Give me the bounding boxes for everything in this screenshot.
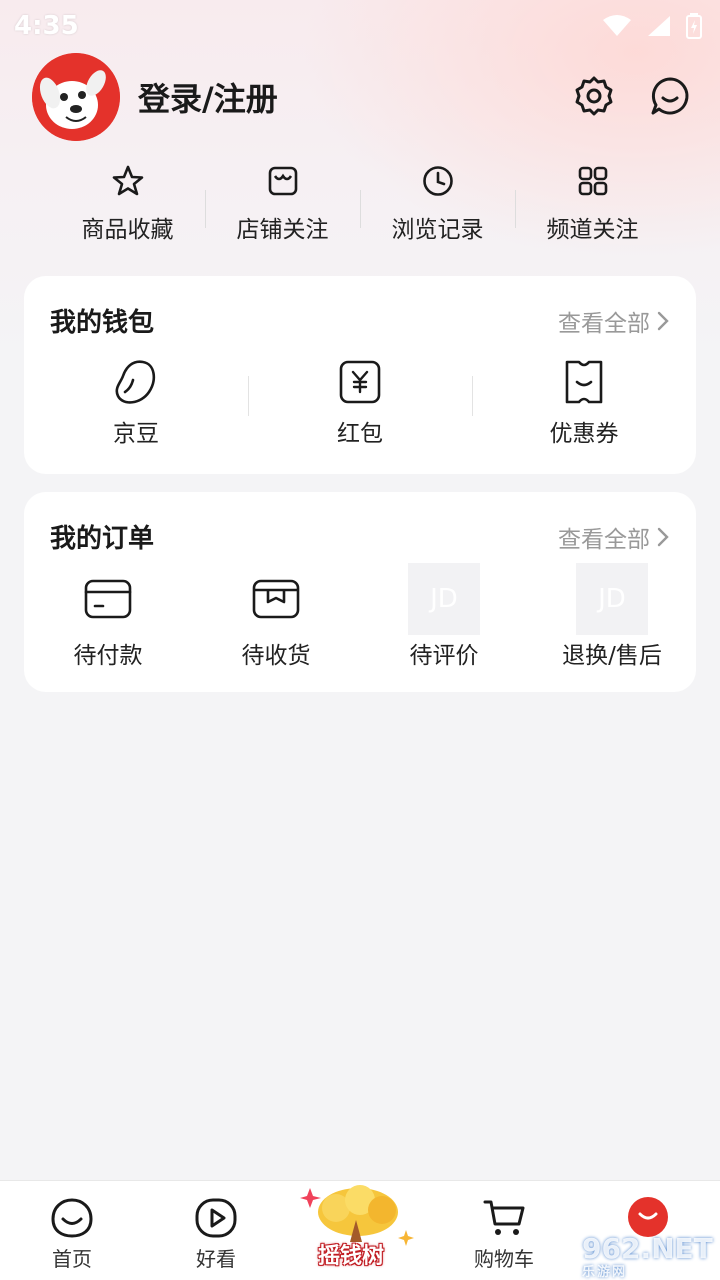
wallet-items: 京豆 红包 优惠券 <box>24 358 696 454</box>
box-icon <box>252 579 300 619</box>
wallet-view-all-link[interactable]: 查看全部 <box>558 304 670 338</box>
wallet-item-label: 京豆 <box>113 421 159 447</box>
money-tree-label: 摇钱树 <box>318 1244 385 1269</box>
wallet-item-label: 红包 <box>337 421 383 447</box>
order-item-label: 待评价 <box>409 643 479 669</box>
order-item-label: 退换/售后 <box>562 643 662 669</box>
signal-icon <box>648 16 670 36</box>
avatar[interactable] <box>32 53 120 141</box>
clock-icon <box>422 166 453 196</box>
orders-view-all-link[interactable]: 查看全部 <box>558 520 670 554</box>
shortcut-channels[interactable]: 频道关注 <box>515 164 670 254</box>
profile-header: 登录/注册 <box>32 52 692 142</box>
wallet-item-coupons[interactable]: 优惠券 <box>472 358 696 454</box>
nav-label: 首页 <box>52 1247 92 1271</box>
header-actions <box>572 74 692 118</box>
battery-icon <box>686 13 702 39</box>
messages-button[interactable] <box>648 74 692 118</box>
order-items: 待付款 待收货 JD 待评价 JD 退换/售后 <box>24 563 696 674</box>
view-all-label: 查看全部 <box>558 527 650 553</box>
shortcut-label: 店铺关注 <box>236 217 329 243</box>
order-item-label: 待收货 <box>241 643 311 669</box>
status-time: 4:35 <box>14 11 79 41</box>
chevron-right-icon <box>657 527 669 547</box>
login-register-link[interactable]: 登录/注册 <box>138 74 278 120</box>
order-item-pending-receipt[interactable]: 待收货 <box>192 564 360 674</box>
order-item-pending-review[interactable]: JD 待评价 <box>360 563 528 674</box>
view-all-label: 查看全部 <box>558 311 650 337</box>
star-icon <box>112 165 143 196</box>
shortcut-label: 频道关注 <box>546 217 639 243</box>
wifi-icon <box>603 15 631 36</box>
shortcut-label: 浏览记录 <box>391 217 484 243</box>
card-icon <box>84 579 132 619</box>
wallet-item-red-envelope[interactable]: 红包 <box>248 358 472 454</box>
watermark-suffix: .NET <box>640 1232 713 1265</box>
shortcut-history[interactable]: 浏览记录 <box>360 164 515 254</box>
orders-title: 我的订单 <box>50 524 155 554</box>
home-face-icon <box>51 1198 93 1238</box>
wallet-item-jd-beans[interactable]: 京豆 <box>24 358 248 454</box>
red-envelope-icon <box>339 360 381 404</box>
nav-label: 好看 <box>196 1247 236 1271</box>
nav-label: 购物车 <box>474 1247 534 1271</box>
order-item-returns[interactable]: JD 退换/售后 <box>528 563 696 674</box>
coupon-icon <box>565 360 603 404</box>
shortcut-row: 商品收藏 店铺关注 浏览记录 频道关注 <box>50 164 670 254</box>
jd-mascot-icon <box>32 53 120 141</box>
icon-area: JD <box>408 563 480 635</box>
nav-haokan[interactable]: 好看 <box>144 1181 288 1280</box>
status-icons <box>602 13 702 39</box>
chevron-right-icon <box>657 311 669 331</box>
wallet-item-label: 优惠券 <box>549 421 619 447</box>
orders-card: 我的订单 查看全部 待付款 待收货 JD 待评价 JD 退换/售后 <box>24 492 696 692</box>
order-item-label: 待付款 <box>73 643 143 669</box>
shortcut-followed-stores[interactable]: 店铺关注 <box>205 164 360 254</box>
settings-button[interactable] <box>572 74 616 118</box>
shortcut-favorites[interactable]: 商品收藏 <box>50 164 205 254</box>
wallet-card: 我的钱包 查看全部 京豆 红包 优惠券 <box>24 276 696 474</box>
icon-area <box>251 564 301 634</box>
play-icon <box>195 1198 237 1238</box>
nav-home[interactable]: 首页 <box>0 1181 144 1280</box>
wallet-title: 我的钱包 <box>50 308 155 338</box>
message-bubble-icon <box>651 77 689 115</box>
gear-icon <box>575 76 613 116</box>
cart-icon <box>483 1200 525 1235</box>
bean-icon <box>115 360 156 404</box>
icon-area <box>83 564 133 634</box>
store-icon <box>268 166 297 196</box>
order-item-pending-payment[interactable]: 待付款 <box>24 564 192 674</box>
status-bar: 4:35 <box>0 0 720 52</box>
site-watermark: 962.NET 乐游网 <box>582 1232 718 1280</box>
icon-area: JD <box>576 563 648 635</box>
jd-placeholder-icon: JD <box>408 563 480 635</box>
money-tree-button[interactable]: 摇钱树 <box>300 1184 420 1280</box>
grid-icon <box>578 166 607 196</box>
nav-cart[interactable]: 购物车 <box>432 1181 576 1280</box>
me-face-icon <box>628 1197 668 1237</box>
shortcut-label: 商品收藏 <box>81 217 174 243</box>
jd-placeholder-icon: JD <box>576 563 648 635</box>
